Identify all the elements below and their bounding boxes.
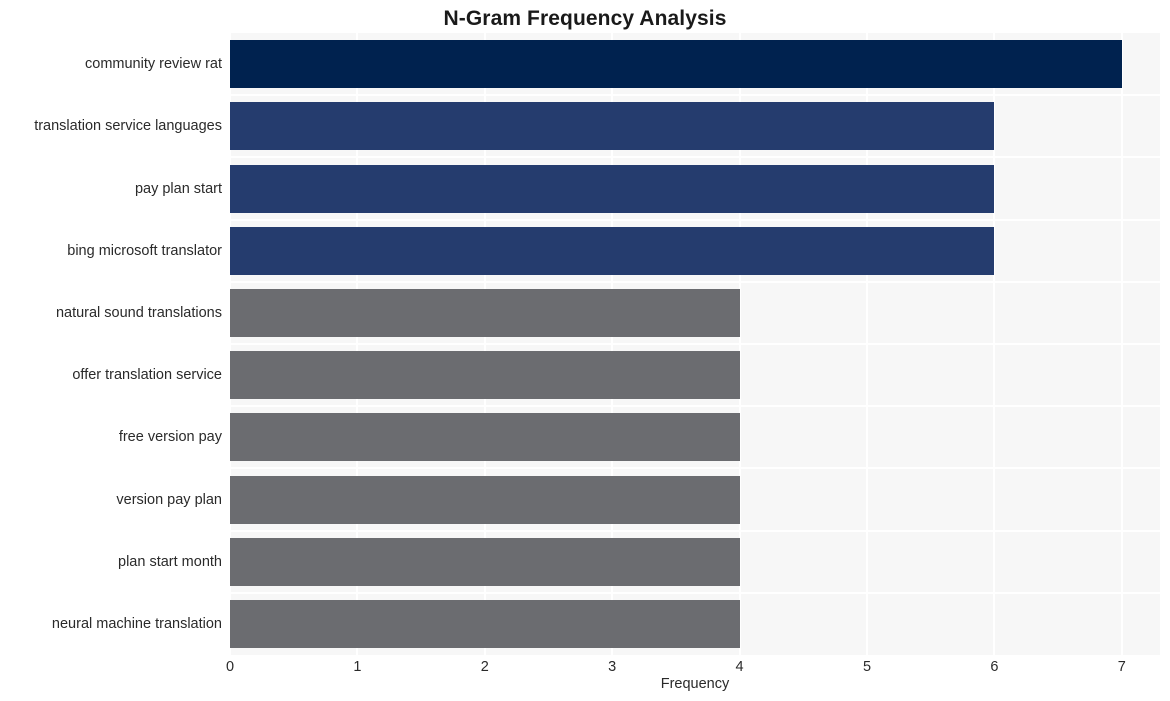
y-axis-tick-label: community review rat xyxy=(85,56,222,73)
bar[interactable] xyxy=(230,102,995,151)
y-axis-tick-label: free version pay xyxy=(118,429,222,446)
x-axis-tick-label: 6 xyxy=(990,659,999,675)
y-axis-tick-label: natural sound translations xyxy=(55,304,222,321)
bar[interactable] xyxy=(230,413,740,462)
x-axis-tick-label: 0 xyxy=(225,659,235,675)
x-axis-title: Frequency xyxy=(660,676,730,692)
y-axis-tick-label: translation service languages xyxy=(34,118,222,135)
chart-title: N-Gram Frequency Analysis xyxy=(443,7,727,30)
plot-area xyxy=(229,33,1160,655)
x-axis-tick-label: 5 xyxy=(862,659,872,675)
y-axis-tick-label: pay plan start xyxy=(134,180,222,197)
x-axis-tick-label: 7 xyxy=(1117,659,1126,675)
y-axis-tick-label: neural machine translation xyxy=(51,615,222,632)
bar[interactable] xyxy=(230,288,740,337)
x-axis-tick-label: 4 xyxy=(735,659,744,675)
y-axis-tick-label: plan start month xyxy=(118,553,222,570)
x-axis-tick-label: 2 xyxy=(480,659,489,675)
bars-layer xyxy=(230,33,1160,655)
ngram-frequency-chart: N-Gram Frequency Analysis community revi… xyxy=(0,0,1170,701)
bar[interactable] xyxy=(230,226,995,275)
bar[interactable] xyxy=(230,40,1122,89)
y-axis-tick-label: version pay plan xyxy=(116,491,222,508)
bar[interactable] xyxy=(230,537,740,586)
y-axis-tick-labels: community review rat translation service … xyxy=(0,33,222,655)
bar[interactable] xyxy=(230,164,995,213)
x-axis-tick-label: 1 xyxy=(353,659,362,675)
y-axis-tick-label: offer translation service xyxy=(72,367,222,384)
bar[interactable] xyxy=(230,351,740,400)
bar[interactable] xyxy=(230,475,740,524)
y-axis-tick-label: bing microsoft translator xyxy=(67,242,222,259)
x-axis-tick-label: 3 xyxy=(608,659,617,675)
bar[interactable] xyxy=(230,599,740,648)
